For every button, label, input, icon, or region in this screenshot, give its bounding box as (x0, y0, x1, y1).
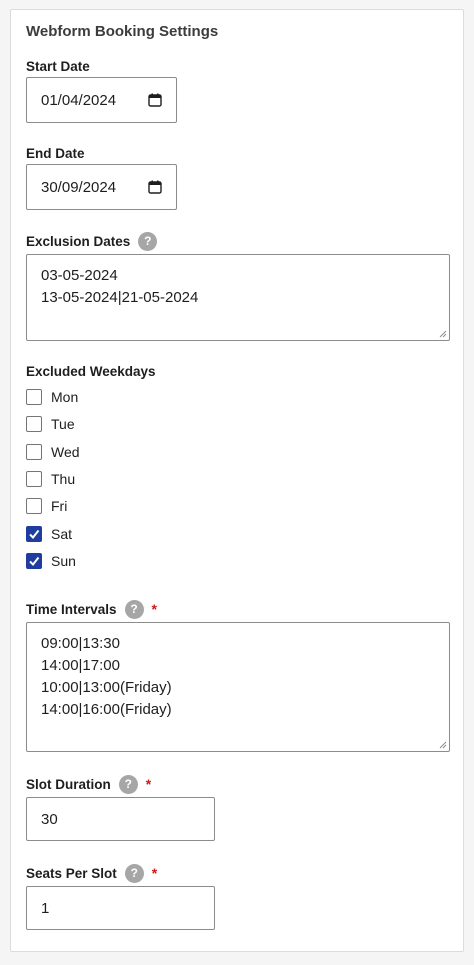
end-date-label-text: End Date (26, 145, 85, 161)
checkbox[interactable] (26, 416, 42, 432)
calendar-icon[interactable] (148, 93, 162, 107)
slot-duration-input[interactable]: 30 (26, 797, 215, 841)
end-date-value: 30/09/2024 (41, 178, 117, 196)
help-icon[interactable]: ? (118, 774, 138, 794)
checkbox[interactable] (26, 471, 42, 487)
slot-duration-label: Slot Duration ? * (26, 774, 151, 794)
end-date-label: End Date (26, 143, 85, 163)
seats-per-slot-label-text: Seats Per Slot (26, 865, 117, 881)
seats-per-slot-label: Seats Per Slot ? * (26, 863, 157, 883)
weekday-checkbox-fri[interactable]: Fri (26, 497, 67, 515)
exclusion-dates-textarea[interactable]: 03-05-2024 13-05-2024|21-05-2024 (26, 254, 450, 341)
exclusion-dates-label: Exclusion Dates ? (26, 231, 158, 251)
booking-settings-panel: Webform Booking Settings Start Date 01/0… (10, 9, 464, 952)
start-date-label: Start Date (26, 56, 90, 76)
start-date-input[interactable]: 01/04/2024 (26, 77, 177, 123)
weekday-label: Mon (51, 389, 79, 405)
weekday-label: Tue (51, 416, 75, 432)
slot-duration-value: 30 (41, 810, 58, 828)
time-intervals-label-text: Time Intervals (26, 601, 117, 617)
weekday-label: Sat (51, 526, 73, 542)
time-interval-line: 14:00|16:00(Friday) (41, 701, 172, 718)
exclusion-date-line: 13-05-2024|21-05-2024 (41, 289, 199, 306)
help-icon[interactable]: ? (124, 599, 144, 619)
weekday-checkbox-tue[interactable]: Tue (26, 415, 75, 433)
start-date-value: 01/04/2024 (41, 91, 117, 109)
required-asterisk: * (151, 601, 157, 617)
excluded-weekdays-label-text: Excluded Weekdays (26, 363, 156, 379)
time-interval-line: 09:00|13:30 (41, 635, 120, 652)
weekday-label: Sun (51, 553, 76, 569)
resize-handle-icon[interactable] (439, 330, 447, 338)
slot-duration-label-text: Slot Duration (26, 776, 111, 792)
weekday-checkbox-sat[interactable]: Sat (26, 525, 72, 543)
excluded-weekdays-label: Excluded Weekdays (26, 361, 156, 381)
start-date-label-text: Start Date (26, 58, 90, 74)
checkmark-icon (29, 529, 40, 540)
required-asterisk: * (145, 776, 152, 792)
checkbox-checked[interactable] (26, 526, 42, 542)
time-interval-line: 14:00|17:00 (41, 657, 120, 674)
seats-per-slot-value: 1 (41, 899, 50, 917)
weekday-checkbox-sun[interactable]: Sun (26, 552, 76, 570)
end-date-input[interactable]: 30/09/2024 (26, 164, 177, 210)
weekday-label: Thu (51, 471, 76, 487)
weekday-label: Wed (51, 444, 80, 460)
time-intervals-label: Time Intervals ? * (26, 599, 157, 619)
checkbox-checked[interactable] (26, 553, 42, 569)
time-interval-line: 10:00|13:00(Friday) (41, 679, 172, 696)
seats-per-slot-input[interactable]: 1 (26, 886, 215, 930)
time-intervals-textarea[interactable]: 09:00|13:30 14:00|17:00 10:00|13:00(Frid… (26, 622, 450, 752)
exclusion-dates-label-text: Exclusion Dates (26, 233, 131, 249)
checkbox[interactable] (26, 498, 42, 514)
calendar-icon[interactable] (148, 180, 162, 194)
checkbox[interactable] (26, 444, 42, 460)
help-icon[interactable]: ? (124, 863, 144, 883)
weekday-checkbox-thu[interactable]: Thu (26, 470, 75, 488)
help-icon[interactable]: ? (138, 231, 158, 251)
weekday-label: Fri (51, 498, 68, 514)
resize-handle-icon[interactable] (439, 741, 447, 749)
checkmark-icon (29, 556, 40, 567)
required-asterisk: * (151, 865, 158, 881)
checkbox[interactable] (26, 389, 42, 405)
weekday-checkbox-wed[interactable]: Wed (26, 443, 80, 461)
panel-title: Webform Booking Settings (26, 23, 219, 40)
exclusion-date-line: 03-05-2024 (41, 267, 118, 284)
weekday-checkbox-mon[interactable]: Mon (26, 388, 78, 406)
